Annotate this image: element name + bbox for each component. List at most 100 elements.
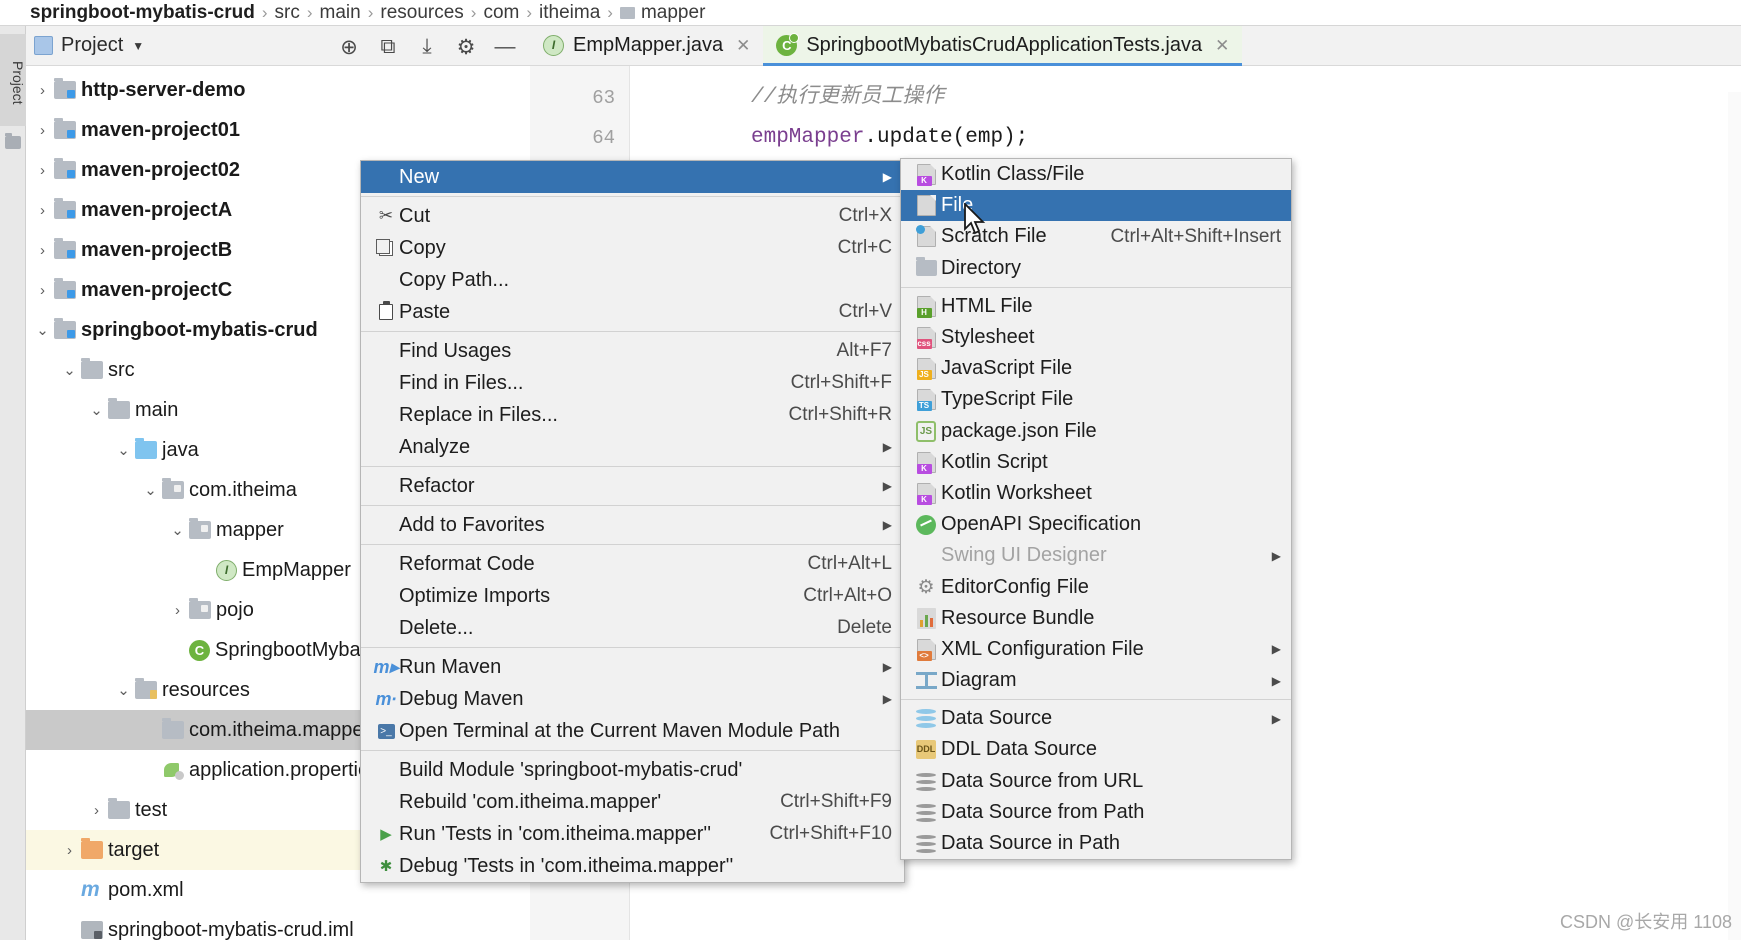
chevron-down-icon[interactable]: ▼ xyxy=(132,39,144,53)
tree-node[interactable]: › maven-project01 xyxy=(26,110,530,150)
breadcrumb-item-resources[interactable]: resources xyxy=(373,2,470,24)
chevron-down-icon[interactable]: ⌄ xyxy=(88,401,105,419)
editor-scrollbar[interactable] xyxy=(1728,92,1741,940)
chevron-down-icon[interactable]: ⌄ xyxy=(115,441,132,459)
submenu-item-editorconfig-file[interactable]: ⚙ EditorConfig File xyxy=(901,571,1291,602)
submenu-item-icon xyxy=(911,709,941,729)
menu-item-refactor[interactable]: Refactor ▶ xyxy=(361,470,904,502)
submenu-item-diagram[interactable]: Diagram ▶ xyxy=(901,665,1291,696)
chevron-down-icon[interactable]: ⌄ xyxy=(34,321,51,339)
menu-item-run-tests-in-com-itheima-mapper[interactable]: ▶ Run 'Tests in 'com.itheima.mapper'' Ctrl… xyxy=(361,818,904,850)
chevron-down-icon[interactable]: ⌄ xyxy=(142,481,159,499)
editor-tab[interactable]: C SpringbootMybatisCrudApplicationTests.j… xyxy=(763,26,1243,66)
submenu-item-openapi-specification[interactable]: OpenAPI Specification xyxy=(901,509,1291,540)
menu-item-copy[interactable]: Copy Ctrl+C xyxy=(361,232,904,264)
menu-item-cut[interactable]: ✂ Cut Ctrl+X xyxy=(361,200,904,232)
breadcrumb-item-itheima[interactable]: itheima xyxy=(532,2,607,24)
structure-folder-icon[interactable] xyxy=(5,133,21,149)
submenu-separator xyxy=(901,286,1291,288)
module-icon xyxy=(54,118,76,139)
chevron-right-icon[interactable]: › xyxy=(34,122,51,139)
submenu-item-data-source-from-url[interactable]: Data Source from URL xyxy=(901,766,1291,797)
chevron-right-icon[interactable]: › xyxy=(169,602,186,619)
menu-item-copy-path[interactable]: Copy Path... xyxy=(361,264,904,296)
submenu-item-stylesheet[interactable]: css Stylesheet xyxy=(901,322,1291,353)
close-icon[interactable]: ✕ xyxy=(1215,36,1229,56)
submenu-item-xml-configuration-file[interactable]: <> XML Configuration File ▶ xyxy=(901,634,1291,665)
menu-item-build-module-springboot-mybatis-crud[interactable]: Build Module 'springboot-mybatis-crud' xyxy=(361,754,904,786)
menu-item-icon: >_ xyxy=(373,723,399,739)
submenu-item-html-file[interactable]: H HTML File xyxy=(901,291,1291,322)
css-file-icon: css xyxy=(916,327,936,350)
menu-item-replace-in-files[interactable]: Replace in Files... Ctrl+Shift+R xyxy=(361,399,904,431)
chevron-right-icon[interactable]: › xyxy=(34,242,51,259)
submenu-item-kotlin-script[interactable]: K Kotlin Script xyxy=(901,447,1291,478)
menu-item-run-maven[interactable]: m▸ Run Maven ▶ xyxy=(361,651,904,683)
breadcrumb-item-src[interactable]: src xyxy=(268,2,307,24)
submenu-item-data-source-in-path[interactable]: Data Source in Path xyxy=(901,828,1291,859)
submenu-item-file[interactable]: File xyxy=(901,190,1291,222)
submenu-item-scratch-file[interactable]: Scratch File Ctrl+Alt+Shift+Insert xyxy=(901,221,1291,252)
breadcrumb-item-main[interactable]: main xyxy=(313,2,368,24)
collapse-all-icon[interactable]: ⤓ xyxy=(416,35,438,58)
breadcrumb-item-springboot-mybatis-crud[interactable]: springboot-mybatis-crud xyxy=(26,2,262,24)
chevron-right-icon[interactable]: › xyxy=(34,282,51,299)
menu-item-rebuild-com-itheima-mapper[interactable]: Rebuild 'com.itheima.mapper' Ctrl+Shift+F… xyxy=(361,786,904,818)
submenu-item-directory[interactable]: Directory xyxy=(901,253,1291,284)
menu-item-debug-tests-in-com-itheima-mapper[interactable]: ✱ Debug 'Tests in 'com.itheima.mapper'' xyxy=(361,850,904,882)
menu-item-find-usages[interactable]: Find Usages Alt+F7 xyxy=(361,335,904,367)
code-line: empMapper.update(emp); xyxy=(631,118,1741,158)
submenu-item-kotlin-worksheet[interactable]: K Kotlin Worksheet xyxy=(901,478,1291,509)
submenu-item-kotlin-class-file[interactable]: K Kotlin Class/File xyxy=(901,159,1291,190)
submenu-item-data-source-from-path[interactable]: Data Source from Path xyxy=(901,797,1291,828)
settings-gear-icon[interactable]: ⚙ xyxy=(455,35,477,59)
source-folder-icon xyxy=(135,438,157,459)
new-submenu[interactable]: K Kotlin Class/File File Scratch File Ctrl+A… xyxy=(900,158,1292,861)
tree-node-label: springboot-mybatis-crud xyxy=(81,318,318,341)
menu-item-new[interactable]: New ▶ xyxy=(361,161,904,193)
editor-tab[interactable]: I EmpMapper.java ✕ xyxy=(530,26,763,65)
chevron-right-icon[interactable]: › xyxy=(34,162,51,179)
menu-item-shortcut: Ctrl+X xyxy=(838,205,892,226)
submenu-item-data-source[interactable]: Data Source ▶ xyxy=(901,703,1291,734)
chevron-right-icon[interactable]: › xyxy=(61,842,78,859)
menu-item-find-in-files[interactable]: Find in Files... Ctrl+Shift+F xyxy=(361,367,904,399)
tree-node-label: maven-project02 xyxy=(81,158,240,181)
menu-item-debug-maven[interactable]: m∙ Debug Maven ▶ xyxy=(361,683,904,715)
submenu-item-typescript-file[interactable]: TS TypeScript File xyxy=(901,384,1291,415)
select-opened-file-icon[interactable]: ⊕ xyxy=(338,35,360,59)
menu-item-delete[interactable]: Delete... Delete xyxy=(361,612,904,644)
close-icon[interactable]: ✕ xyxy=(736,36,750,56)
breadcrumb-item-com[interactable]: com xyxy=(476,2,526,24)
submenu-item-label: package.json File xyxy=(941,419,1097,442)
menu-item-paste[interactable]: Paste Ctrl+V xyxy=(361,296,904,328)
menu-item-open-terminal-at-the-current-maven-module-path[interactable]: >_ Open Terminal at the Current Maven Mod… xyxy=(361,715,904,747)
menu-item-add-to-favorites[interactable]: Add to Favorites ▶ xyxy=(361,509,904,541)
kotlin-file-icon: K xyxy=(916,164,936,187)
menu-item-label: Debug 'Tests in 'com.itheima.mapper'' xyxy=(399,854,734,877)
module-icon xyxy=(54,238,76,259)
menu-item-reformat-code[interactable]: Reformat Code Ctrl+Alt+L xyxy=(361,548,904,580)
spring-properties-icon xyxy=(162,760,184,780)
expand-all-icon[interactable]: ⧉ xyxy=(377,35,399,58)
breadcrumb-item-mapper[interactable]: mapper xyxy=(613,2,712,24)
chevron-down-icon[interactable]: ⌄ xyxy=(169,521,186,539)
submenu-item-resource-bundle[interactable]: Resource Bundle xyxy=(901,603,1291,634)
menu-item-analyze[interactable]: Analyze ▶ xyxy=(361,431,904,463)
chevron-down-icon[interactable]: ⌄ xyxy=(115,681,132,699)
menu-item-optimize-imports[interactable]: Optimize Imports Ctrl+Alt+O xyxy=(361,580,904,612)
menu-item-label: Optimize Imports xyxy=(399,584,551,607)
submenu-item-package-json-file[interactable]: JS package.json File xyxy=(901,416,1291,447)
submenu-item-javascript-file[interactable]: JS JavaScript File xyxy=(901,353,1291,384)
tree-node[interactable]: › http-server-demo xyxy=(26,70,530,110)
hide-panel-icon[interactable]: — xyxy=(494,35,516,58)
chevron-down-icon[interactable]: ⌄ xyxy=(61,361,78,379)
tree-node[interactable]: ›springboot-mybatis-crud.iml xyxy=(26,910,530,940)
maven-debug-icon: m∙ xyxy=(375,688,397,709)
project-tool-window-tab[interactable]: Project xyxy=(0,34,26,126)
chevron-right-icon[interactable]: › xyxy=(34,82,51,99)
chevron-right-icon[interactable]: › xyxy=(34,202,51,219)
context-menu[interactable]: New ▶ ✂ Cut Ctrl+X Copy Ctrl+C Copy Path... Past… xyxy=(360,160,905,883)
submenu-item-ddl-data-source[interactable]: DDL DDL Data Source xyxy=(901,734,1291,765)
chevron-right-icon[interactable]: › xyxy=(88,802,105,819)
